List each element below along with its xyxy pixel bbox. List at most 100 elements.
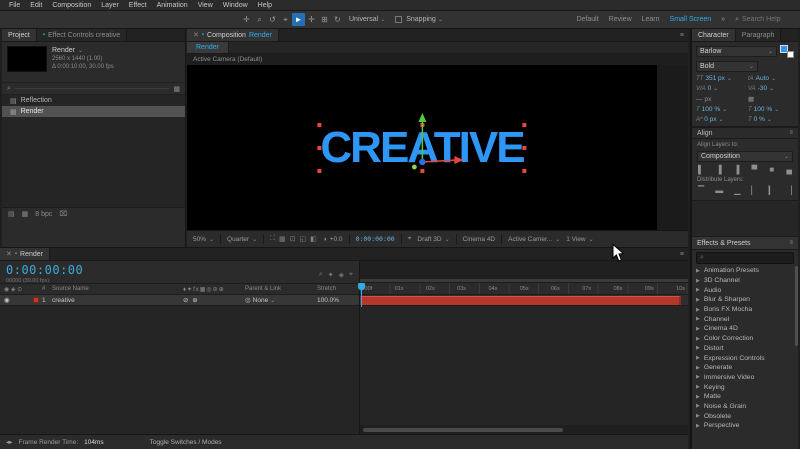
panel-menu-icon[interactable]: ≡ — [789, 130, 793, 136]
panel-menu-icon[interactable]: ≡ — [676, 248, 688, 260]
effects-category[interactable]: ▶ Expression Controls — [692, 353, 798, 363]
tab-character[interactable]: Character — [692, 29, 736, 41]
motion-blur-icon[interactable]: ⌖ — [349, 271, 353, 279]
bit-depth-button[interactable]: 8 bpc — [35, 211, 52, 218]
tool-icon[interactable]: ⌕ — [253, 13, 266, 26]
view-layout-dropdown[interactable]: Active Camer... ⌄ — [508, 236, 560, 243]
baseline-shift-control[interactable]: Aª 0 px ⌄ — [696, 116, 742, 123]
parent-link-column-header[interactable]: Parent & Link — [245, 286, 317, 292]
menu-item[interactable]: Edit — [26, 2, 46, 9]
trash-icon[interactable]: ⌧ — [59, 210, 67, 218]
tab-paragraph[interactable]: Paragraph — [735, 29, 782, 41]
effects-category[interactable]: ▶ Channel — [692, 314, 798, 324]
menu-item[interactable]: Window — [219, 2, 252, 9]
selection-tool-icon[interactable]: ► — [292, 13, 305, 26]
layer-parent-dropdown[interactable]: ◎ None ⌄ — [245, 296, 317, 305]
grid-icon[interactable]: ▦ — [22, 210, 29, 218]
fast-previews-dropdown[interactable]: Draft 3D ⌄ — [417, 236, 449, 243]
effects-search[interactable]: ⌕ — [696, 252, 794, 264]
workspace-learn[interactable]: Learn — [642, 16, 660, 23]
effects-category[interactable]: ▶ Keying — [692, 382, 798, 392]
tsume-control[interactable]: T 0 % ⌄ — [748, 116, 794, 123]
help-search[interactable]: ⌕ — [735, 16, 792, 24]
menu-item[interactable]: Composition — [48, 2, 95, 9]
playhead-handle[interactable] — [358, 283, 365, 290]
close-icon[interactable]: ✕ — [6, 250, 12, 258]
stretch-column-header[interactable]: Stretch — [317, 286, 359, 292]
align-right-icon[interactable]: ▐ — [734, 165, 740, 174]
workspace-review[interactable]: Review — [609, 16, 632, 23]
tool-icon[interactable]: ↺ — [266, 13, 279, 26]
selection-handle[interactable] — [317, 168, 322, 173]
selection-handle[interactable] — [522, 122, 527, 127]
preview-timecode[interactable]: 0:00:00:00 — [356, 235, 395, 243]
align-bottom-icon[interactable]: ▄ — [786, 165, 792, 174]
effects-category[interactable]: ▶ Immersive Video — [692, 373, 798, 383]
composition-canvas[interactable]: CREATIVE — [187, 65, 657, 230]
effects-category[interactable]: ▶ Generate — [692, 363, 798, 373]
exposure-control[interactable]: ◑ +0.0 — [323, 236, 343, 243]
renderer-button[interactable]: Cinema 4D — [463, 236, 496, 243]
grid-view-icon[interactable]: ▦ — [173, 85, 180, 93]
font-style-dropdown[interactable]: Bold ⌄ — [696, 61, 758, 72]
layer-stretch-value[interactable]: 100.0% — [317, 297, 359, 304]
workspace-small-screen[interactable]: Small Screen — [670, 16, 712, 23]
project-item-thumbnail[interactable] — [7, 46, 47, 72]
comp-mini-flowchart-icon[interactable]: ⌕ — [319, 271, 323, 279]
effects-presets-header[interactable]: Effects & Presets ≡ — [692, 237, 798, 250]
stroke-color-swatch[interactable] — [787, 51, 794, 58]
horizontal-scale-control[interactable]: T 100 % ⌄ — [748, 106, 794, 113]
distribute-hcenter-icon[interactable]: ▎ — [769, 186, 775, 195]
transparency-grid-icon[interactable]: ▦ — [279, 235, 286, 243]
effects-category[interactable]: ▶ Obsolete — [692, 411, 798, 421]
draft-icon[interactable]: ✦ — [328, 271, 334, 279]
project-row-reflection[interactable]: ▤ Reflection — [2, 95, 185, 106]
layer-switches[interactable]: ⊘ ⊕ — [183, 296, 245, 304]
effects-category[interactable]: ▶ Matte — [692, 392, 798, 402]
align-to-dropdown[interactable]: Composition ⌄ — [697, 151, 793, 162]
layer-visibility-icon[interactable]: ◉ — [0, 296, 30, 304]
selection-handle[interactable] — [522, 145, 527, 150]
effects-category[interactable]: ▶ Boris FX Mocha — [692, 305, 798, 315]
workspace-default[interactable]: Default — [576, 16, 598, 23]
search-icon[interactable]: ⌕ — [7, 85, 11, 93]
tab-effect-controls[interactable]: ▪ Effect Controls creative — [36, 29, 128, 41]
menu-item[interactable]: Effect — [125, 2, 151, 9]
resolution-dropdown[interactable]: Quarter ⌄ — [227, 236, 257, 243]
view-count-dropdown[interactable]: 1 View ⌄ — [566, 236, 593, 243]
viewer-tab-render[interactable]: Render — [187, 42, 229, 53]
label-color-red[interactable] — [33, 297, 39, 303]
work-area-bar[interactable] — [360, 279, 688, 282]
align-left-icon[interactable]: ▌ — [698, 165, 704, 174]
vertical-scale-control[interactable]: T 100 % ⌄ — [696, 106, 742, 113]
effects-category[interactable]: ▶ Blur & Sharpen — [692, 295, 798, 305]
layer-name[interactable]: creative — [52, 297, 183, 304]
distribute-right-icon[interactable]: ▕ — [786, 186, 792, 195]
text-layer-selection[interactable]: CREATIVE — [317, 112, 527, 173]
distribute-vcenter-icon[interactable]: ▬ — [715, 186, 723, 195]
pickwhip-icon[interactable]: ◎ — [245, 296, 251, 304]
effects-category[interactable]: ▶ Audio — [692, 285, 798, 295]
leading-control[interactable]: tA Auto ⌄ — [748, 75, 794, 82]
effects-category[interactable]: ▶ 3D Channel — [692, 276, 798, 286]
distribute-bottom-icon[interactable]: ▁ — [734, 186, 740, 195]
universal-menu[interactable]: Universal ⌄ — [349, 16, 385, 23]
snapping-toggle[interactable]: Snapping ⌄ — [395, 16, 443, 23]
timeline-horizontal-scrollbar[interactable] — [360, 425, 688, 434]
tab-project[interactable]: Project — [2, 29, 37, 41]
effects-category[interactable]: ▶ Perspective — [692, 421, 798, 431]
tool-icon[interactable]: ↻ — [331, 13, 344, 26]
tracking-control[interactable]: VA -30 ⌄ — [748, 85, 794, 92]
align-vcenter-icon[interactable]: ■ — [769, 165, 774, 174]
channel-icon[interactable]: ◧ — [310, 235, 317, 243]
project-row-render[interactable]: ▦ Render — [2, 106, 185, 117]
font-size-control[interactable]: TT 351 px ⌄ — [696, 75, 742, 82]
panel-menu-icon[interactable]: ≡ — [676, 29, 688, 41]
menu-item[interactable]: Animation — [153, 2, 192, 9]
tool-icon[interactable]: ✛ — [240, 13, 253, 26]
menu-item[interactable]: File — [5, 2, 24, 9]
menu-item[interactable]: View — [194, 2, 217, 9]
stroke-style-control[interactable]: ▦ — [748, 95, 794, 103]
kerning-control[interactable]: V/A 0 ⌄ — [696, 85, 742, 92]
menu-item[interactable]: Help — [254, 2, 276, 9]
